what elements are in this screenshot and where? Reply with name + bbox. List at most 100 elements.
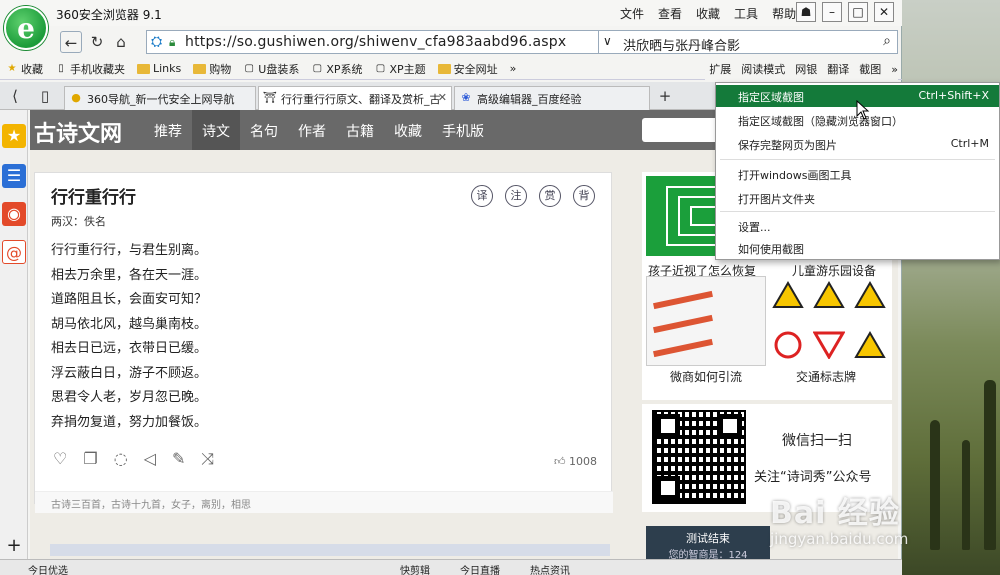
menu-item-settings[interactable]: 设置... (716, 215, 999, 237)
poem-tags[interactable]: 古诗三百首，古诗十九首，女子，离别，相思 (35, 491, 613, 513)
new-tab-icon[interactable]: + (654, 85, 676, 107)
menu-separator (720, 211, 995, 212)
bank-button[interactable]: 网银 (795, 61, 817, 77)
nav-poems[interactable]: 诗文 (192, 110, 240, 150)
browser-logo-icon[interactable]: e (4, 6, 48, 50)
like-count[interactable]: 👍︎ 1008 (554, 455, 597, 468)
collapse-icon[interactable]: ⟨ (4, 85, 26, 107)
home-icon[interactable]: ⌂ (110, 31, 132, 53)
heart-icon[interactable]: ♡ (53, 449, 67, 469)
ad-label-wechat[interactable]: 微商如何引流 (670, 368, 742, 385)
list-icon[interactable]: ☰ (2, 164, 26, 188)
add-sidebar-icon[interactable]: + (2, 534, 26, 558)
edit-icon[interactable]: ✎ (172, 449, 185, 469)
weibo-icon[interactable]: ◉ (2, 202, 26, 226)
watermark-url: jingyan.baidu.com (770, 530, 909, 548)
translate-circle-button[interactable]: 译 (471, 185, 493, 207)
search-box[interactable]: ∨ 洪欣晒与张丹峰合影 ⌕ (598, 30, 898, 54)
menu-bar: 文件 查看 收藏 工具 帮助 (620, 5, 796, 22)
chevron-down-icon[interactable]: ∨ (603, 34, 612, 48)
bookmark-favorites[interactable]: ★ 收藏 (6, 61, 43, 77)
menu-item-open-paint[interactable]: 打开windows画图工具 (716, 163, 999, 185)
menu-item-open-image-folder[interactable]: 打开图片文件夹 (716, 187, 999, 209)
status-hot-news[interactable]: 热点资讯 (530, 562, 570, 575)
wechat-app-ad-image[interactable] (646, 276, 766, 366)
site-brand[interactable]: 古诗文网 (34, 116, 122, 148)
status-quick-clip[interactable]: 快剪辑 (400, 562, 430, 575)
menu-view[interactable]: 查看 (658, 5, 682, 22)
screenshot-button[interactable]: 截图 (859, 61, 881, 77)
bookmark-xp-system[interactable]: ▢ XP系统 (311, 61, 363, 77)
folder-icon (193, 63, 207, 74)
email-icon[interactable]: @ (2, 240, 26, 264)
refresh-icon[interactable]: ↻ (86, 31, 108, 53)
menu-help[interactable]: 帮助 (772, 5, 796, 22)
nav-authors[interactable]: 作者 (288, 110, 336, 150)
reading-mode-button[interactable]: 阅读模式 (741, 61, 785, 77)
appreciate-circle-button[interactable]: 赏 (539, 185, 561, 207)
copy-icon[interactable]: ❐ (83, 449, 97, 469)
status-live[interactable]: 今日直播 (460, 562, 500, 575)
nav-mobile[interactable]: 手机版 (432, 110, 494, 150)
speaker-icon[interactable]: ◁ (144, 449, 156, 469)
window-controls: ☗ – □ ✕ (796, 2, 894, 22)
shortcut-text: Ctrl+Shift+X (918, 89, 989, 102)
address-bar[interactable]: ⛭ 🔒︎ https://so.gushiwen.org/shiwenv_cfa… (146, 30, 646, 54)
close-tab-icon[interactable]: ✕ (438, 91, 447, 104)
extensions-button[interactable]: 扩展 (709, 61, 731, 77)
menu-item-save-page-image[interactable]: 保存完整网页为图片 Ctrl+M (716, 133, 999, 155)
bookmarks-overflow[interactable]: » (510, 62, 517, 75)
skin-icon[interactable]: ☗ (796, 2, 816, 22)
shuffle-icon[interactable]: ⤨ (201, 449, 214, 469)
poem-line: 相去万余里，各在天一涯。 (51, 267, 208, 283)
comment-icon[interactable]: ◌ (114, 449, 128, 469)
nav-recommend[interactable]: 推荐 (144, 110, 192, 150)
nav-quotes[interactable]: 名句 (240, 110, 288, 150)
traffic-signs-ad-image[interactable] (770, 272, 888, 368)
360-icon: ● (71, 91, 81, 104)
poem-body: 行行重行行，与君生别离。 相去万余里，各在天一涯。 道路阻且长，会面安可知？ 胡… (51, 239, 207, 435)
warning-sign-icon (853, 331, 886, 358)
search-query[interactable]: 洪欣晒与张丹峰合影 (623, 35, 740, 54)
status-daily-picks[interactable]: 今日优选 (28, 562, 68, 575)
bookmark-links[interactable]: Links (137, 62, 181, 75)
recite-circle-button[interactable]: 背 (573, 185, 595, 207)
poem-title[interactable]: 行行重行行 (51, 183, 136, 208)
folder-icon (137, 63, 150, 74)
poem-author[interactable]: 两汉：佚名 (51, 213, 106, 229)
menu-favorites[interactable]: 收藏 (696, 5, 720, 22)
nav-classics[interactable]: 古籍 (336, 110, 384, 150)
menu-tools[interactable]: 工具 (734, 5, 758, 22)
back-arrow-icon[interactable]: ← (60, 31, 82, 53)
search-icon[interactable]: ⌕ (883, 33, 891, 49)
minimize-icon[interactable]: – (822, 2, 842, 22)
tab-poem[interactable]: ⛩ 行行重行行原文、翻译及赏析_古 ✕ (258, 86, 452, 110)
favorites-star-icon[interactable]: ★ (2, 124, 26, 148)
menu-item-how-to-use[interactable]: 如何使用截图 (716, 237, 999, 259)
tab-360-nav[interactable]: ● 360导航_新一代安全上网导航 (64, 86, 256, 110)
star-icon: ★ (7, 62, 17, 74)
poem-line: 弃捐勿复道，努力加餐饭。 (51, 414, 208, 430)
bookmark-safe-sites[interactable]: 安全网址 (437, 61, 498, 77)
bookmark-mobile-favorites[interactable]: ▯ 手机收藏夹 (55, 61, 125, 77)
bookmark-usb-install[interactable]: ▢ U盘装系 (243, 61, 300, 77)
tab-baidu-editor[interactable]: ❀ 高级编辑器_百度经验 (454, 86, 650, 110)
bookmark-xp-theme[interactable]: ▢ XP主题 (375, 61, 426, 77)
security-shield-icon[interactable]: ⛭ (151, 34, 167, 50)
bookmark-shopping[interactable]: 购物 (193, 61, 231, 77)
translate-button[interactable]: 翻译 (827, 61, 849, 77)
qr-follow-text: 关注“诗词秀”公众号 (754, 470, 872, 485)
phone-icon[interactable]: ▯ (34, 85, 56, 107)
close-icon[interactable]: ✕ (874, 2, 894, 22)
phone-icon: ▯ (58, 62, 64, 74)
annotate-circle-button[interactable]: 注 (505, 185, 527, 207)
url-text[interactable]: https://so.gushiwen.org/shiwenv_cfa983aa… (185, 34, 566, 50)
nav-favorites[interactable]: 收藏 (384, 110, 432, 150)
lock-icon[interactable]: 🔒︎ (169, 35, 181, 49)
more-icon[interactable]: » (891, 63, 898, 76)
menu-file[interactable]: 文件 (620, 5, 644, 22)
poem-tools: 译 注 赏 背 (471, 185, 595, 207)
ad-label-traffic[interactable]: 交通标志牌 (796, 368, 856, 385)
maximize-icon[interactable]: □ (848, 2, 868, 22)
page-icon: ▢ (244, 62, 254, 74)
